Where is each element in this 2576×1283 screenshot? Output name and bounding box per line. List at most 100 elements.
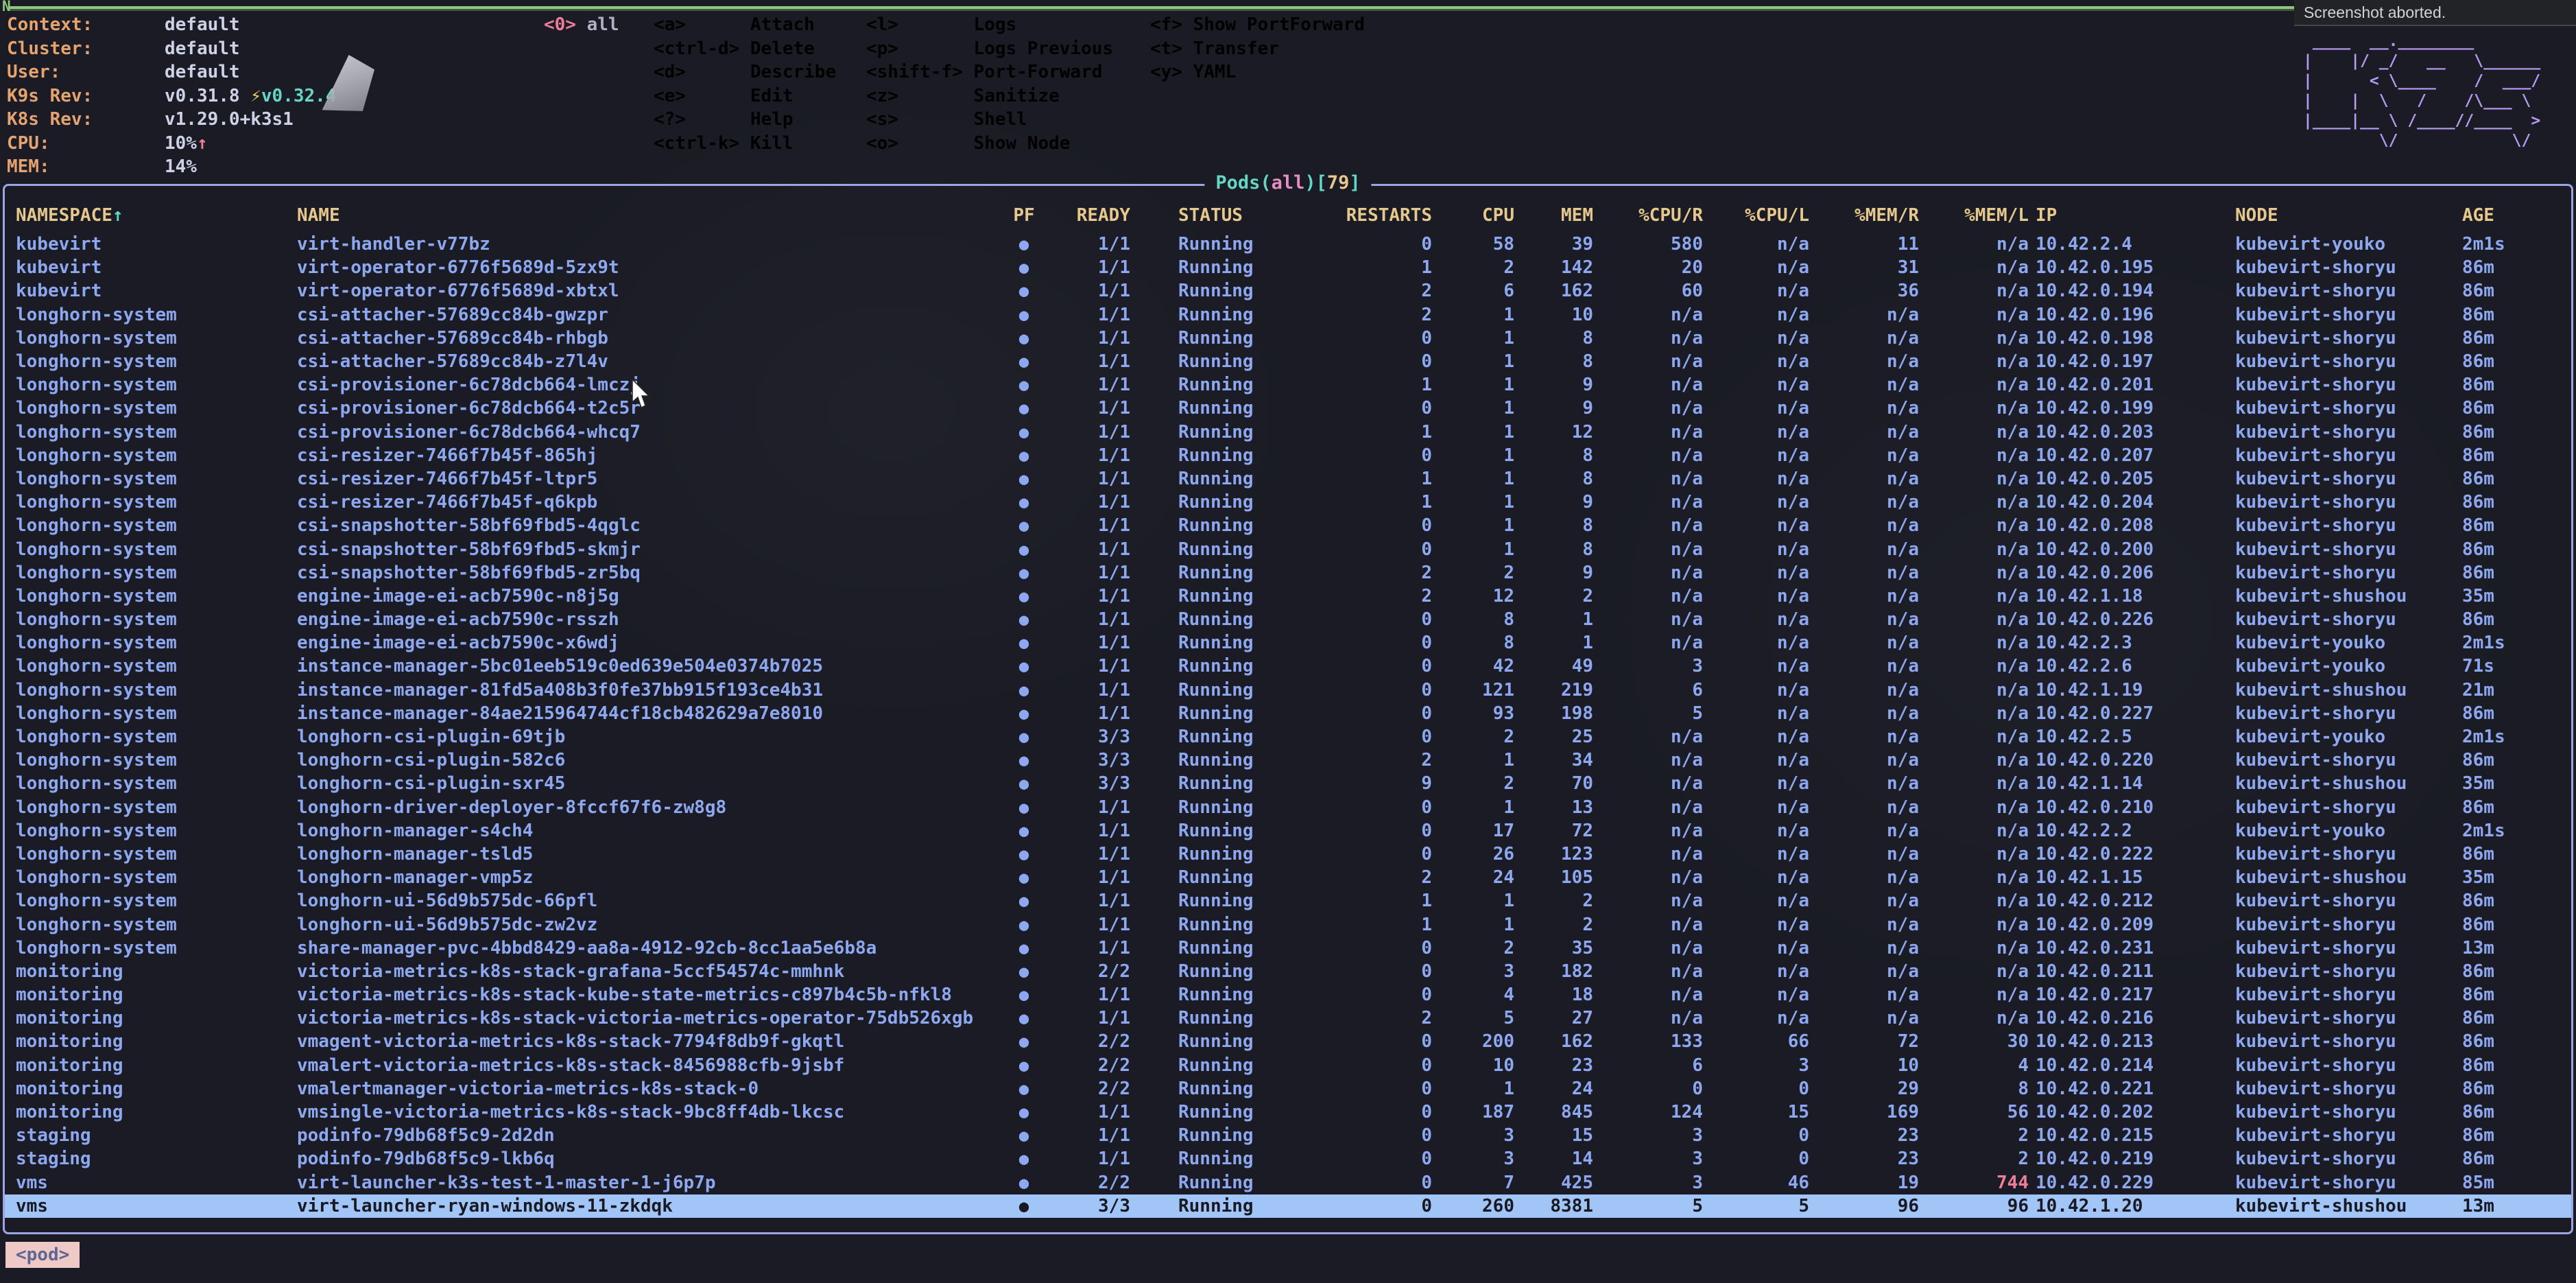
table-row[interactable]: longhorn-systemcsi-provisioner-6c78dcb66… bbox=[5, 373, 2571, 397]
cell-cpur: n/a bbox=[1593, 445, 1703, 466]
column-header-pf[interactable]: PF bbox=[1003, 205, 1045, 226]
table-row[interactable]: monitoringvictoria-metrics-k8s-stack-vic… bbox=[5, 1007, 2571, 1030]
table-row[interactable]: longhorn-systemcsi-snapshotter-58bf69fbd… bbox=[5, 537, 2571, 561]
column-header-ready[interactable]: READY bbox=[1045, 205, 1130, 226]
table-row[interactable]: monitoringvictoria-metrics-k8s-stack-kub… bbox=[5, 983, 2571, 1007]
column-header-ip[interactable]: IP bbox=[2029, 205, 2231, 226]
cell-mem: 123 bbox=[1514, 844, 1593, 864]
cell-restarts: 0 bbox=[1322, 1173, 1432, 1193]
column-header-age[interactable]: AGE bbox=[2461, 205, 2571, 226]
cell-name: vmalert-victoria-metrics-k8s-stack-84569… bbox=[297, 1055, 1003, 1076]
column-header-cpur[interactable]: %CPU/R bbox=[1593, 205, 1703, 226]
cell-restarts: 0 bbox=[1322, 1125, 1432, 1146]
table-row[interactable]: stagingpodinfo-79db68f5c9-2d2dn●1/1Runni… bbox=[5, 1124, 2571, 1147]
table-row[interactable]: longhorn-systemengine-image-ei-acb7590c-… bbox=[5, 608, 2571, 631]
table-row[interactable]: longhorn-systemcsi-resizer-7466f7b45f-lt… bbox=[5, 467, 2571, 491]
column-header-cpul[interactable]: %CPU/L bbox=[1703, 205, 1809, 226]
hotkey-item[interactable]: <o> Show Node bbox=[866, 132, 1113, 156]
table-row[interactable]: vmsvirt-launcher-ryan-windows-11-zkdqk●3… bbox=[5, 1194, 2571, 1218]
cell-meml: n/a bbox=[1919, 773, 2029, 794]
table-row[interactable]: longhorn-systemcsi-snapshotter-58bf69fbd… bbox=[5, 561, 2571, 585]
cell-age: 86m bbox=[2461, 844, 2571, 864]
table-row[interactable]: longhorn-systemcsi-snapshotter-58bf69fbd… bbox=[5, 514, 2571, 537]
hotkey-item[interactable]: <ctrl-d> Delete bbox=[654, 37, 836, 61]
hotkey-item[interactable]: <ctrl-k> Kill bbox=[654, 132, 836, 156]
cell-name: victoria-metrics-k8s-stack-victoria-metr… bbox=[297, 1008, 1003, 1028]
cell-age: 86m bbox=[2461, 375, 2571, 395]
table-row[interactable]: longhorn-systemengine-image-ei-acb7590c-… bbox=[5, 585, 2571, 608]
table-row[interactable]: longhorn-systemcsi-attacher-57689cc84b-g… bbox=[5, 303, 2571, 327]
table-row[interactable]: longhorn-systemcsi-resizer-7466f7b45f-q6… bbox=[5, 491, 2571, 514]
table-row[interactable]: vmsvirt-launcher-k3s-test-1-master-1-j6p… bbox=[5, 1171, 2571, 1194]
cell-status: Running bbox=[1130, 727, 1322, 747]
hotkey-item[interactable]: <a> Attach bbox=[654, 13, 836, 37]
column-header-cpu[interactable]: CPU bbox=[1432, 205, 1514, 226]
hotkey-item[interactable]: <shift-f> Port-Forward bbox=[866, 60, 1113, 84]
table-row[interactable]: longhorn-systemlonghorn-csi-plugin-582c6… bbox=[5, 749, 2571, 772]
table-row[interactable]: longhorn-systemcsi-attacher-57689cc84b-z… bbox=[5, 350, 2571, 373]
table-row[interactable]: longhorn-systemlonghorn-manager-vmp5z●1/… bbox=[5, 866, 2571, 889]
column-header-name[interactable]: NAME bbox=[297, 205, 1003, 226]
column-header-memr[interactable]: %MEM/R bbox=[1809, 205, 1919, 226]
column-header-node[interactable]: NODE bbox=[2231, 205, 2461, 226]
column-header-mem[interactable]: MEM bbox=[1514, 205, 1593, 226]
column-header-status[interactable]: STATUS bbox=[1130, 205, 1322, 226]
table-row[interactable]: monitoringvictoria-metrics-k8s-stack-gra… bbox=[5, 960, 2571, 983]
cell-cpu: 1 bbox=[1432, 398, 1514, 419]
cell-cpul: n/a bbox=[1703, 867, 1809, 888]
hotkey-item[interactable]: <l> Logs bbox=[866, 13, 1113, 37]
table-row[interactable]: longhorn-systemlonghorn-csi-plugin-69tjb… bbox=[5, 725, 2571, 749]
table-row[interactable]: monitoringvmalertmanager-victoria-metric… bbox=[5, 1077, 2571, 1100]
cell-mem: 18 bbox=[1514, 985, 1593, 1005]
cell-name: instance-manager-5bc01eeb519c0ed639e504e… bbox=[297, 656, 1003, 676]
cell-cpul: n/a bbox=[1703, 445, 1809, 466]
table-row[interactable]: longhorn-systemlonghorn-ui-56d9b575dc-zw… bbox=[5, 913, 2571, 936]
hotkey-item[interactable]: <e> Edit bbox=[654, 84, 836, 108]
cell-restarts: 0 bbox=[1322, 351, 1432, 372]
table-row[interactable]: longhorn-systeminstance-manager-84ae2159… bbox=[5, 702, 2571, 725]
table-row[interactable]: kubevirtvirt-handler-v77bz●1/1Running058… bbox=[5, 233, 2571, 256]
table-row[interactable]: longhorn-systemcsi-attacher-57689cc84b-r… bbox=[5, 327, 2571, 350]
hotkey-label: Kill bbox=[739, 133, 793, 154]
table-row[interactable]: longhorn-systemcsi-resizer-7466f7b45f-86… bbox=[5, 444, 2571, 467]
cell-cpul: n/a bbox=[1703, 492, 1809, 513]
table-row[interactable]: longhorn-systemcsi-provisioner-6c78dcb66… bbox=[5, 397, 2571, 420]
column-header-restarts[interactable]: RESTARTS bbox=[1322, 205, 1432, 226]
cell-namespace: longhorn-system bbox=[16, 821, 297, 841]
table-row[interactable]: monitoringvmalert-victoria-metrics-k8s-s… bbox=[5, 1054, 2571, 1077]
table-row[interactable]: longhorn-systemlonghorn-manager-s4ch4●1/… bbox=[5, 819, 2571, 843]
table-row[interactable]: longhorn-systemlonghorn-csi-plugin-sxr45… bbox=[5, 772, 2571, 795]
hotkey-item[interactable]: <p> Logs Previous bbox=[866, 37, 1113, 61]
table-row[interactable]: longhorn-systeminstance-manager-81fd5a40… bbox=[5, 679, 2571, 702]
hotkey-item[interactable]: <?> Help bbox=[654, 108, 836, 132]
cell-ip: 10.42.0.203 bbox=[2029, 422, 2231, 443]
cell-age: 86m bbox=[2461, 539, 2571, 560]
table-row[interactable]: longhorn-systemengine-image-ei-acb7590c-… bbox=[5, 631, 2571, 655]
hotkey-item[interactable]: <d> Describe bbox=[654, 60, 836, 84]
table-row[interactable]: longhorn-systemlonghorn-driver-deployer-… bbox=[5, 796, 2571, 819]
resource-crumb[interactable]: <pod> bbox=[5, 1242, 80, 1268]
table-row[interactable]: longhorn-systemcsi-provisioner-6c78dcb66… bbox=[5, 421, 2571, 444]
table-row[interactable]: kubevirtvirt-operator-6776f5689d-xbtxl●1… bbox=[5, 279, 2571, 303]
table-row[interactable]: monitoringvmagent-victoria-metrics-k8s-s… bbox=[5, 1030, 2571, 1053]
table-row[interactable]: kubevirtvirt-operator-6776f5689d-5zx9t●1… bbox=[5, 256, 2571, 279]
table-row[interactable]: longhorn-systemlonghorn-manager-tsld5●1/… bbox=[5, 843, 2571, 866]
table-row[interactable]: monitoringvmsingle-victoria-metrics-k8s-… bbox=[5, 1100, 2571, 1124]
column-header-meml[interactable]: %MEM/L bbox=[1919, 205, 2029, 226]
cell-status: Running bbox=[1130, 281, 1322, 301]
hotkey-item[interactable]: <f> Show PortForward bbox=[1150, 13, 1365, 37]
hotkey-item[interactable]: <s> Shell bbox=[866, 108, 1113, 132]
cell-cpur: n/a bbox=[1593, 773, 1703, 794]
hotkey-item[interactable]: <t> Transfer bbox=[1150, 37, 1365, 61]
cell-meml: 4 bbox=[1919, 1055, 2029, 1076]
table-row[interactable]: longhorn-systeminstance-manager-5bc01eeb… bbox=[5, 655, 2571, 678]
table-row[interactable]: stagingpodinfo-79db68f5c9-lkb6q●1/1Runni… bbox=[5, 1147, 2571, 1170]
cell-restarts: 0 bbox=[1322, 1149, 1432, 1169]
table-row[interactable]: longhorn-systemshare-manager-pvc-4bbd842… bbox=[5, 937, 2571, 960]
hotkey-item[interactable]: <y> YAML bbox=[1150, 60, 1365, 84]
table-row[interactable]: longhorn-systemlonghorn-ui-56d9b575dc-66… bbox=[5, 889, 2571, 913]
hotkey-item[interactable]: <z> Sanitize bbox=[866, 84, 1113, 108]
cell-cpur: n/a bbox=[1593, 1008, 1703, 1028]
hotkey-all[interactable]: <0> all bbox=[544, 13, 619, 37]
column-header-namespace[interactable]: NAMESPACE↑ bbox=[16, 205, 297, 226]
